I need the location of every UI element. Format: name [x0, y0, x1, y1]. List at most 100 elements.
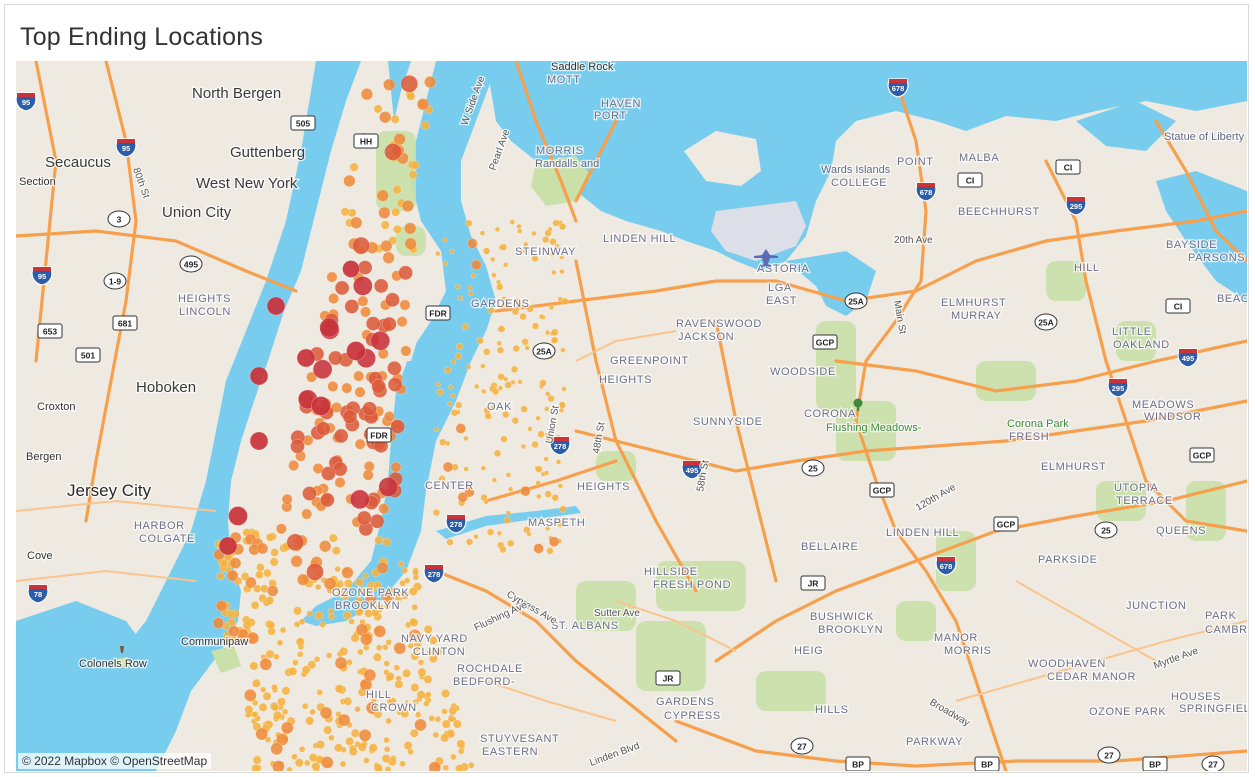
route-shield: BP: [845, 756, 871, 771]
station-dot: [455, 764, 465, 771]
station-dot: [507, 539, 515, 547]
station-dot: [212, 617, 225, 629]
map-label: ELMHURST: [1041, 461, 1106, 473]
map-label: Croxton: [37, 401, 76, 413]
map-attribution[interactable]: © 2022 Mapbox © OpenStreetMap: [18, 753, 212, 769]
map-label: HOUSES: [1171, 691, 1221, 703]
station-dot: [373, 763, 383, 771]
station-dot: [342, 610, 352, 620]
route-shield-label: GCP: [1193, 451, 1212, 461]
highway: [714, 319, 778, 583]
station-dot: [416, 690, 426, 700]
route-shield: GCP: [1189, 447, 1215, 463]
station-dot: [505, 510, 512, 516]
route-shield-label: GCP: [873, 486, 892, 496]
station-dot: [350, 728, 360, 738]
interstate-shield-band: [33, 267, 51, 271]
station-dot: [442, 461, 454, 473]
map-label: LINDEN HILL: [603, 233, 676, 245]
interstate-shield-band: [1109, 379, 1127, 383]
station-dot: [334, 280, 350, 296]
interstate-shield-band: [29, 585, 47, 589]
route-shield: GCP: [993, 516, 1019, 532]
route-shield-label: BP: [981, 760, 993, 770]
station-dot: [498, 325, 506, 333]
station-dot: [559, 268, 565, 275]
route-shield: CI: [1055, 159, 1081, 175]
map-label: PARKSIDE: [1038, 554, 1098, 566]
station-dot: [341, 566, 354, 579]
station-dot: [474, 383, 480, 390]
station-dot: [344, 299, 360, 314]
station-dot: [353, 370, 365, 382]
station-dot: [391, 207, 401, 217]
station-dot: [457, 295, 464, 301]
station-dot: [348, 618, 355, 625]
station-dot: [486, 528, 495, 536]
route-shield-label: 25A: [1038, 318, 1054, 328]
map-label: HARBOR: [134, 520, 185, 532]
station-dot: [259, 657, 273, 671]
station-dot: [397, 560, 405, 568]
station-dot: [301, 702, 309, 710]
station-dot: [383, 78, 396, 91]
map-label: Cove: [27, 550, 53, 562]
interstate-shield-band: [17, 93, 35, 97]
station-dot: [454, 352, 462, 360]
route-shield: 495: [1177, 348, 1199, 368]
station-dot: [467, 238, 478, 249]
map-label: ST. ALBANS: [551, 620, 619, 632]
station-dot: [399, 299, 411, 311]
station-dot: [531, 440, 539, 449]
station-dot: [357, 742, 367, 752]
station-dot: [385, 292, 400, 308]
station-dot: [302, 486, 317, 501]
station-dot: [497, 373, 505, 381]
station-dot: [409, 617, 419, 627]
route-shield-label: 95: [22, 98, 30, 107]
station-dot: [489, 256, 496, 263]
station-dot: [435, 381, 441, 388]
station-dot: [450, 753, 457, 761]
station-dot: [519, 312, 527, 321]
station-dot: [549, 237, 557, 246]
station-dot: [516, 223, 522, 230]
map-canvas[interactable]: 9595956786786786782952954954952782782787…: [16, 61, 1247, 771]
station-dot: [368, 743, 378, 753]
station-dot: [266, 620, 276, 630]
station-dot: [558, 222, 567, 231]
station-dot: [393, 133, 406, 146]
station-dot: [491, 272, 497, 278]
station-dot: [319, 621, 327, 628]
station-dot: [327, 380, 339, 392]
map-view[interactable]: 9595956786786786782952954954952782782787…: [16, 61, 1247, 771]
station-dot: [483, 348, 491, 356]
station-dot: [504, 381, 512, 389]
station-dot: [543, 406, 550, 412]
station-dot: [263, 568, 272, 578]
route-shield: FDR: [425, 305, 451, 321]
station-dot: [383, 410, 395, 422]
station-dot: [258, 702, 268, 712]
station-dot: [432, 731, 440, 739]
station-dot: [270, 742, 284, 756]
station-dot: [494, 226, 501, 233]
station-dot: [227, 617, 237, 627]
station-dot: [373, 625, 387, 638]
route-shield: BP: [974, 756, 1000, 771]
station-dot: [544, 330, 551, 336]
map-label: PORT: [594, 110, 627, 122]
station-dot: [379, 111, 392, 124]
station-dot: [537, 430, 545, 438]
route-shield-label: 27: [1208, 760, 1218, 770]
station-dot: [411, 603, 419, 611]
route-shield: 505: [290, 115, 316, 131]
station-dot: [559, 505, 567, 513]
map-label: Guttenberg: [230, 144, 305, 161]
station-dot: [255, 727, 268, 741]
map-label: OAK: [487, 401, 512, 413]
interstate-shield-band: [683, 461, 701, 465]
station-dot: [272, 760, 285, 771]
station-dot: [442, 260, 449, 267]
route-shield: 27: [790, 737, 814, 755]
